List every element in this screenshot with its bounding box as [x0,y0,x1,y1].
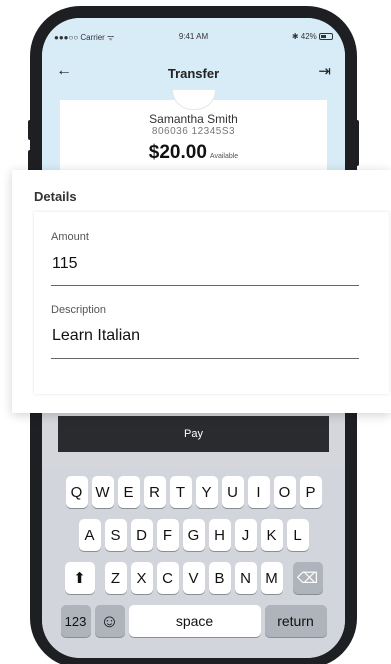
keyboard: Q W E R T Y U I O P A S D F G H J K L ⬆ … [42,468,345,658]
keyboard-row-4: 123 ☺ space return [42,605,345,637]
key-c[interactable]: C [156,562,179,594]
key-s[interactable]: S [104,519,127,551]
battery-indicator: ✱ 42% [292,32,333,41]
balance-amount: $20.00 [148,142,207,163]
stage: ●●●○○ Carrier ᯤ 9:41 AM ✱ 42% ← Transfer… [0,0,391,664]
keyboard-row-2: A S D F G H J K L [42,519,345,551]
description-field[interactable]: Learn Italian [52,327,140,345]
key-o[interactable]: O [273,476,296,508]
avatar [172,90,216,110]
key-g[interactable]: G [182,519,205,551]
key-z[interactable]: Z [104,562,127,594]
page-title: Transfer [167,66,220,81]
description-underline [51,358,359,359]
balance-note: Available [209,153,239,160]
backspace-key-icon[interactable]: ⌫ [292,562,323,594]
amount-underline [51,285,359,286]
details-form: Amount 115 Description Learn Italian [34,212,389,394]
amount-label: Amount [51,231,89,243]
key-v[interactable]: V [182,562,205,594]
key-q[interactable]: Q [65,476,88,508]
details-heading: Details [34,189,77,204]
key-t[interactable]: T [169,476,192,508]
amount-field[interactable]: 115 [52,255,78,273]
key-r[interactable]: R [143,476,166,508]
battery-label: ✱ 42% [291,32,317,41]
key-e[interactable]: E [117,476,140,508]
numbers-key[interactable]: 123 [60,605,91,637]
key-i[interactable]: I [247,476,270,508]
details-panel: Details Amount 115 Description Learn Ita… [12,170,391,413]
pay-button[interactable]: Pay [58,416,329,452]
key-x[interactable]: X [130,562,153,594]
keyboard-row-3: ⬆ Z X C V B N M ⌫ [42,562,345,594]
key-b[interactable]: B [208,562,231,594]
key-n[interactable]: N [234,562,257,594]
key-p[interactable]: P [299,476,322,508]
battery-icon [319,33,333,41]
key-y[interactable]: Y [195,476,218,508]
status-bar: ●●●○○ Carrier ᯤ 9:41 AM ✱ 42% [42,32,345,46]
key-u[interactable]: U [221,476,244,508]
key-w[interactable]: W [91,476,114,508]
key-l[interactable]: L [286,519,309,551]
key-h[interactable]: H [208,519,231,551]
keyboard-row-1: Q W E R T Y U I O P [42,476,345,508]
key-d[interactable]: D [130,519,153,551]
key-j[interactable]: J [234,519,257,551]
space-key[interactable]: space [128,605,261,637]
description-label: Description [51,304,107,316]
logout-icon[interactable]: ⇥ [318,62,331,80]
key-m[interactable]: M [260,562,283,594]
recipient-account: 806036 12345S3 [151,126,236,137]
emoji-key-icon[interactable]: ☺ [94,605,125,637]
recipient-name: Samantha Smith [149,112,238,126]
shift-key-icon[interactable]: ⬆ [64,562,95,594]
balance: $20.00 Available [60,142,327,164]
key-k[interactable]: K [260,519,283,551]
nav-bar: ← Transfer ⇥ [42,62,345,88]
key-a[interactable]: A [78,519,101,551]
key-f[interactable]: F [156,519,179,551]
return-key[interactable]: return [264,605,327,637]
